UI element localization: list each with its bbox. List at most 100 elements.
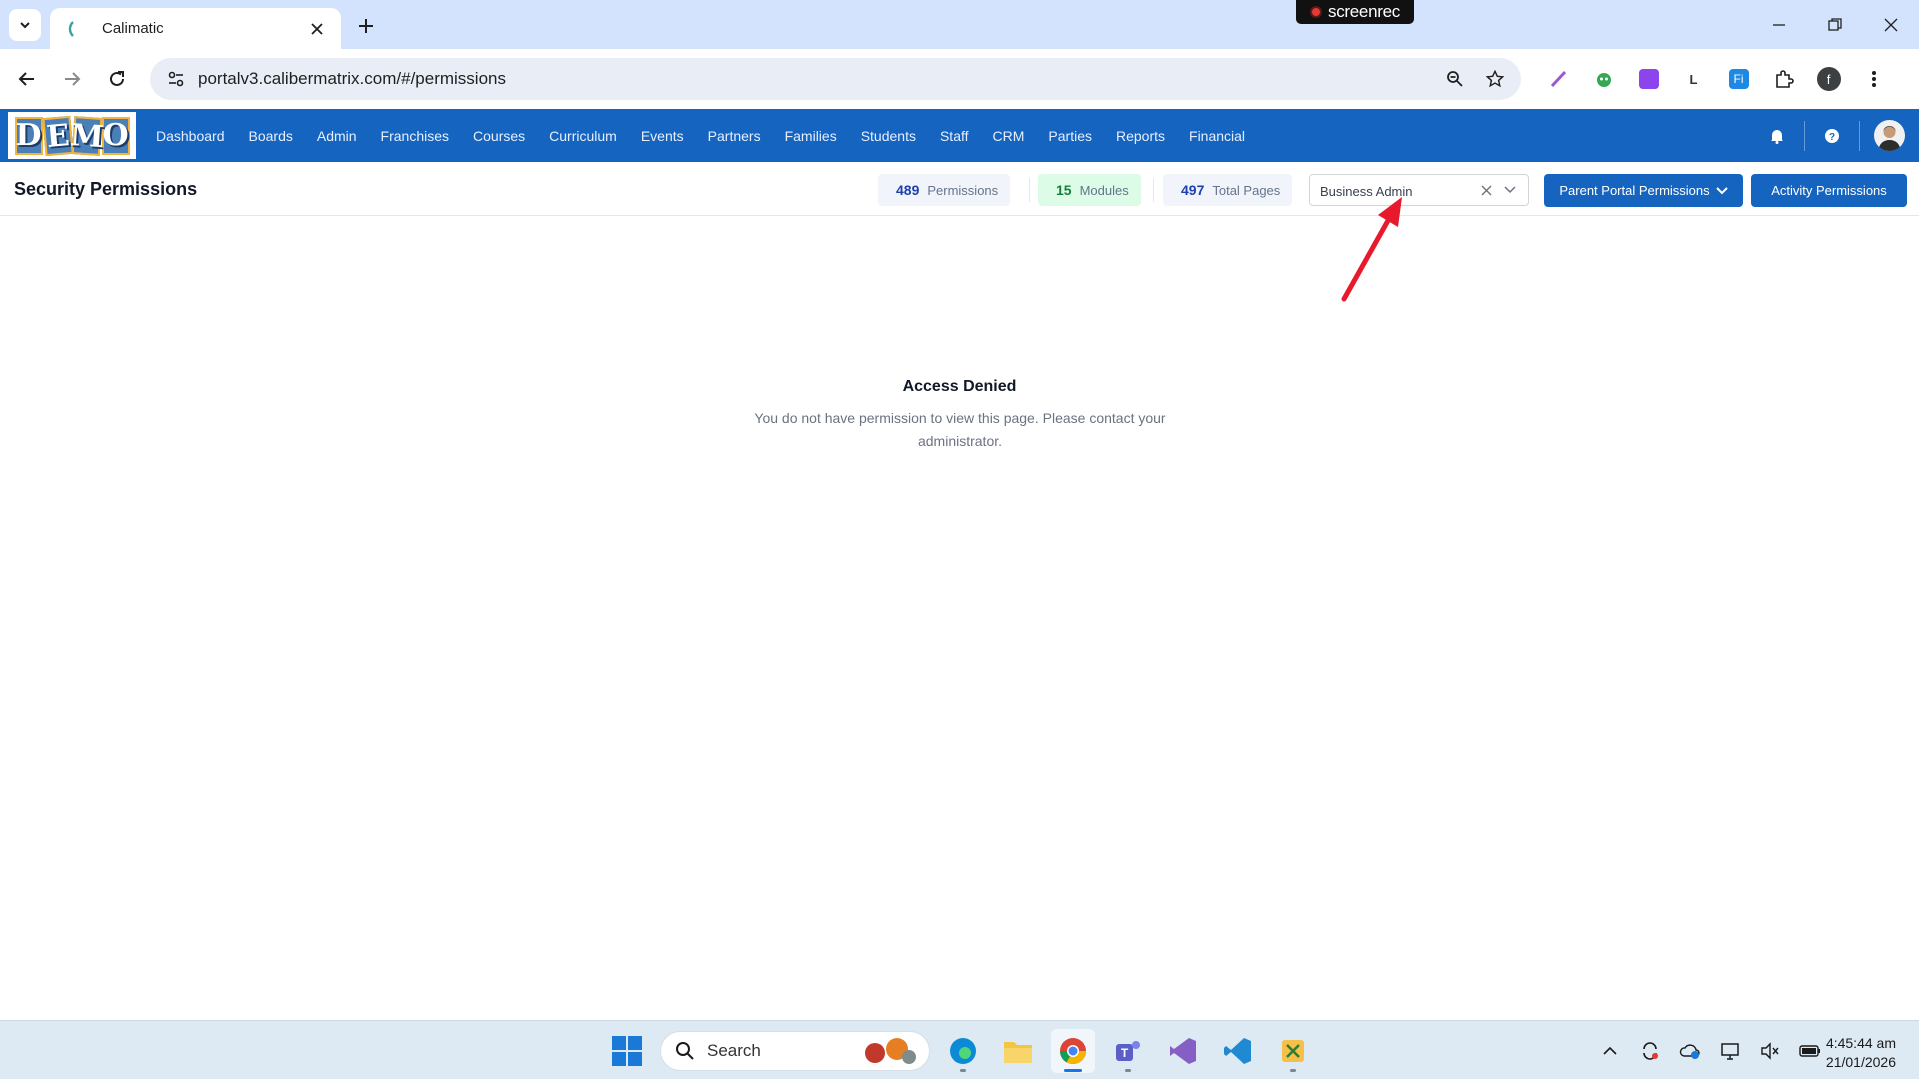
tab-search-button[interactable] — [9, 9, 41, 41]
bookmark-star-icon[interactable] — [1475, 58, 1515, 100]
site-settings-icon[interactable] — [154, 58, 198, 100]
logo-letter: M — [68, 115, 105, 156]
arrow-right-icon — [65, 72, 81, 86]
clear-selection-icon[interactable] — [1474, 175, 1498, 205]
menu-item-partners[interactable]: Partners — [696, 109, 773, 162]
menu-item-reports[interactable]: Reports — [1104, 109, 1177, 162]
activity-permissions-button[interactable]: Activity Permissions — [1751, 174, 1907, 207]
running-indicator — [960, 1069, 966, 1072]
vscode-taskbar-icon[interactable] — [1216, 1029, 1260, 1073]
zoom-icon[interactable] — [1435, 58, 1475, 100]
edit-extension-icon[interactable] — [1626, 58, 1671, 100]
running-indicator — [1290, 1069, 1296, 1072]
arrow-left-icon — [18, 72, 34, 86]
restore-button[interactable] — [1807, 0, 1863, 49]
profile-initial: f — [1816, 67, 1841, 91]
running-indicator — [1064, 1069, 1082, 1072]
total-pages-label: Total Pages — [1212, 182, 1281, 198]
menu-item-staff[interactable]: Staff — [928, 109, 981, 162]
l-extension-icon[interactable]: L — [1671, 58, 1716, 100]
fi-extension-icon[interactable]: Fi — [1716, 58, 1761, 100]
reload-icon — [110, 71, 124, 86]
screenrec-label: screenrec — [1328, 2, 1400, 21]
activity-permissions-label: Activity Permissions — [1771, 183, 1887, 198]
edge-taskbar-icon[interactable] — [941, 1029, 985, 1073]
snipping-tool-taskbar-icon[interactable] — [1271, 1029, 1315, 1073]
visual-studio-taskbar-icon[interactable] — [1161, 1029, 1205, 1073]
svg-text:T: T — [1121, 1046, 1129, 1060]
menu-item-boards[interactable]: Boards — [237, 109, 305, 162]
demo-logo[interactable]: D E M O — [8, 112, 136, 159]
taskbar-search[interactable]: Search — [660, 1031, 930, 1071]
main-menu: Dashboard Boards Admin Franchises Course… — [144, 109, 1257, 162]
main-content: Access Denied You do not have permission… — [0, 217, 1919, 1020]
profile-button[interactable]: f — [1806, 58, 1851, 100]
tab-title: Calimatic — [102, 20, 164, 37]
forward-button[interactable] — [56, 63, 88, 95]
app-navbar: D E M O Dashboard Boards Admin Franchise… — [0, 109, 1919, 162]
permissions-count: 489 — [896, 182, 920, 198]
new-tab-button[interactable] — [352, 12, 380, 40]
extensions-area: L Fi f — [1536, 58, 1896, 100]
close-window-button[interactable] — [1863, 0, 1919, 49]
record-icon — [1310, 6, 1323, 18]
close-tab-icon[interactable] — [307, 19, 327, 39]
back-button[interactable] — [11, 63, 43, 95]
menu-item-admin[interactable]: Admin — [305, 109, 369, 162]
annotation-arrow-icon — [1341, 197, 1402, 302]
network-icon[interactable] — [1710, 1021, 1750, 1080]
clock-date: 21/01/2026 — [1825, 1054, 1896, 1070]
menu-item-financial[interactable]: Financial — [1177, 109, 1257, 162]
pen-extension-icon[interactable] — [1536, 58, 1581, 100]
menu-item-crm[interactable]: CRM — [981, 109, 1037, 162]
running-indicator — [1125, 1069, 1131, 1072]
taskbar-search-placeholder: Search — [707, 1041, 761, 1060]
clock-time: 4:45:44 am — [1825, 1035, 1896, 1051]
menu-item-families[interactable]: Families — [773, 109, 849, 162]
menu-item-franchises[interactable]: Franchises — [369, 109, 461, 162]
page-header: Security Permissions 489 Permissions 15 … — [0, 162, 1919, 216]
help-icon[interactable]: ? — [1805, 109, 1859, 162]
access-denied-title: Access Denied — [902, 378, 1017, 395]
chevron-down-icon — [1715, 186, 1728, 194]
access-denied-message: You do not have permission to view this … — [754, 410, 1166, 449]
chevron-up-icon[interactable] — [1590, 1021, 1630, 1080]
windows-start-icon[interactable] — [612, 1036, 642, 1071]
notifications-bell-icon[interactable] — [1750, 109, 1804, 162]
logo-letter: D — [14, 116, 43, 155]
url-text[interactable]: portalv3.calibermatrix.com/#/permissions — [198, 69, 1435, 89]
parent-portal-permissions-button[interactable]: Parent Portal Permissions — [1544, 174, 1743, 207]
stat-divider — [1029, 178, 1030, 202]
browser-tab-active[interactable]: Calimatic — [50, 8, 341, 49]
logo-letter: O — [101, 116, 130, 155]
reload-button[interactable] — [101, 63, 133, 95]
taskbar-clock[interactable]: 4:45:44 am 21/01/2026 — [1810, 1034, 1896, 1072]
volume-muted-icon[interactable] — [1750, 1021, 1790, 1080]
chevron-down-icon[interactable] — [1498, 175, 1522, 205]
chrome-taskbar-icon[interactable] — [1051, 1029, 1095, 1073]
chrome-menu-icon[interactable] — [1851, 58, 1896, 100]
address-bar[interactable]: portalv3.calibermatrix.com/#/permissions — [150, 58, 1521, 100]
search-highlight-icon — [865, 1038, 916, 1064]
screenrec-badge: screenrec — [1296, 0, 1414, 24]
total-pages-badge: 497 Total Pages — [1163, 174, 1293, 206]
menu-item-parties[interactable]: Parties — [1036, 109, 1104, 162]
user-avatar[interactable] — [1874, 120, 1905, 151]
robot-extension-icon[interactable] — [1581, 58, 1626, 100]
puzzle-extensions-icon[interactable] — [1761, 58, 1806, 100]
sync-icon[interactable] — [1630, 1021, 1670, 1080]
navbar-actions: ? — [1750, 109, 1919, 162]
svg-text:?: ? — [1829, 132, 1835, 143]
teams-taskbar-icon[interactable]: T — [1106, 1029, 1150, 1073]
browser-toolbar: portalv3.calibermatrix.com/#/permissions… — [0, 49, 1919, 109]
menu-item-events[interactable]: Events — [629, 109, 696, 162]
menu-item-students[interactable]: Students — [849, 109, 928, 162]
file-explorer-taskbar-icon[interactable] — [996, 1029, 1040, 1073]
menu-item-curriculum[interactable]: Curriculum — [537, 109, 629, 162]
minimize-button[interactable] — [1751, 0, 1807, 49]
onedrive-icon[interactable] — [1670, 1021, 1710, 1080]
total-pages-count: 497 — [1181, 182, 1205, 198]
menu-item-dashboard[interactable]: Dashboard — [144, 109, 237, 162]
permissions-label: Permissions — [927, 182, 999, 198]
menu-item-courses[interactable]: Courses — [461, 109, 537, 162]
